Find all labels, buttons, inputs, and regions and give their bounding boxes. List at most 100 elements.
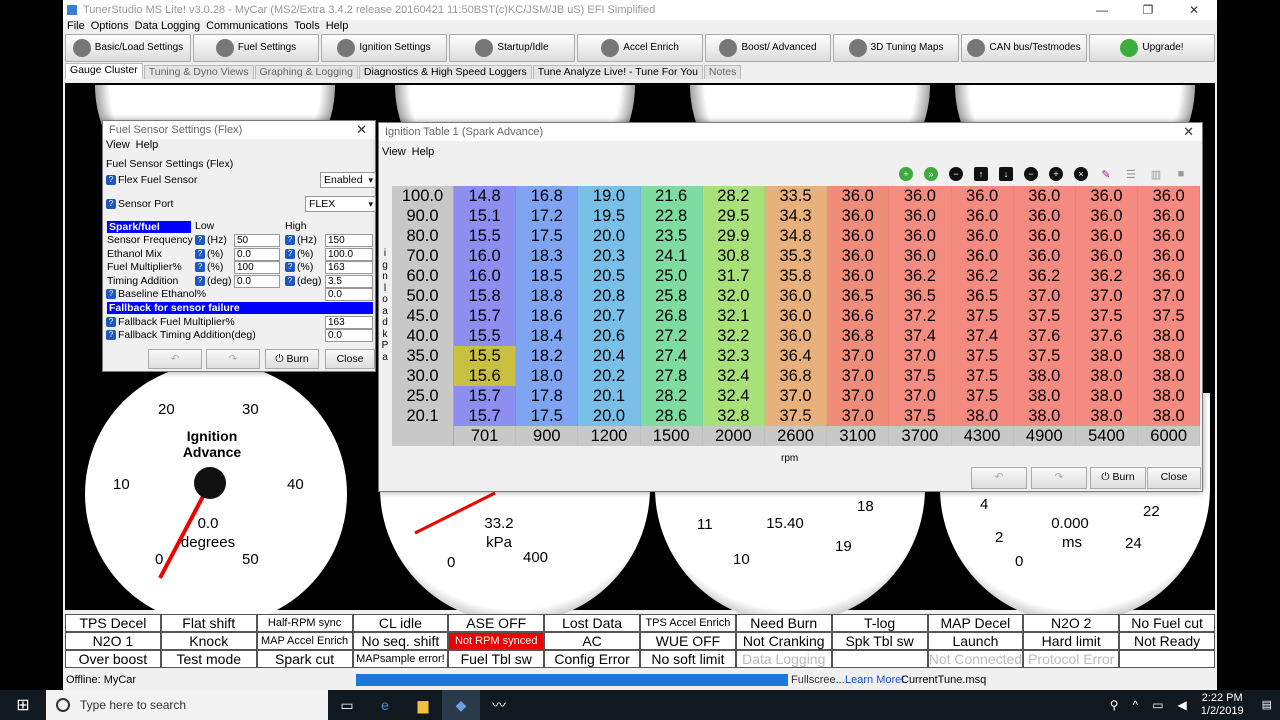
table-cell[interactable]: 15.5	[454, 226, 517, 246]
help-icon[interactable]: ?	[285, 248, 295, 259]
table-cell[interactable]: 37.0	[889, 386, 952, 406]
table-cell[interactable]: 15.7	[454, 406, 517, 426]
close-icon[interactable]: ✕	[1183, 124, 1194, 140]
close-button[interactable]: Close	[1147, 467, 1201, 489]
shift-up-icon[interactable]: ↑	[971, 165, 991, 183]
tab-tune-analyze[interactable]: Tune Analyze Live! - Tune For You	[532, 65, 703, 79]
table-cell[interactable]: 36.0	[1013, 246, 1076, 266]
table-cell[interactable]: 36.0	[951, 246, 1014, 266]
table-cell[interactable]: 32.1	[702, 306, 765, 326]
load-axis-cell[interactable]: 20.1	[392, 406, 454, 426]
high-input[interactable]: 3.5	[325, 274, 373, 288]
table-cell[interactable]: 32.4	[702, 366, 765, 386]
menu-data-logging[interactable]: Data Logging	[135, 20, 200, 33]
sensor-port-select[interactable]: FLEX	[305, 196, 376, 212]
shift-down-icon[interactable]: ↓	[996, 165, 1016, 183]
table-cell[interactable]: 37.4	[951, 326, 1014, 346]
redo-button[interactable]: ↷	[206, 349, 260, 369]
table-cell[interactable]: 17.8	[516, 386, 579, 406]
table-cell[interactable]: 27.4	[640, 346, 703, 366]
table-cell[interactable]: 38.0	[1013, 386, 1076, 406]
table-cell[interactable]: 36.8	[827, 326, 890, 346]
table-cell[interactable]: 36.0	[827, 226, 890, 246]
table-cell[interactable]: 25.0	[640, 266, 703, 286]
table-cell[interactable]: 18.2	[516, 346, 579, 366]
table-cell[interactable]: 16.0	[454, 266, 517, 286]
table-cell[interactable]: 17.5	[516, 226, 579, 246]
load-axis-cell[interactable]: 25.0	[392, 386, 454, 406]
help-icon[interactable]: ?	[106, 289, 116, 299]
table-cell[interactable]: 20.3	[578, 246, 641, 266]
multiply-icon[interactable]: ×	[1071, 165, 1091, 183]
table-cell[interactable]: 23.5	[640, 226, 703, 246]
task-view-icon[interactable]: ▭	[328, 690, 366, 720]
table-cell[interactable]: 36.0	[951, 186, 1014, 206]
basic-load-settings-button[interactable]: Basic/Load Settings	[65, 34, 191, 62]
table-cell[interactable]: 36.0	[827, 246, 890, 266]
table-cell[interactable]: 36.0	[889, 186, 952, 206]
load-axis-cell[interactable]: 100.0	[392, 186, 454, 206]
table-cell[interactable]: 35.3	[764, 246, 828, 266]
fuel-settings-button[interactable]: Fuel Settings	[193, 34, 319, 62]
windows-start-icon[interactable]: ⊞	[0, 695, 46, 715]
table-cell[interactable]: 36.0	[1075, 186, 1139, 206]
load-axis-cell[interactable]: 30.0	[392, 366, 454, 386]
table-cell[interactable]: 32.8	[702, 406, 765, 426]
table-cell[interactable]: 37.5	[1138, 306, 1201, 326]
menu-help[interactable]: Help	[326, 20, 349, 33]
table-cell[interactable]: 15.7	[454, 386, 517, 406]
low-input[interactable]: 50	[234, 234, 280, 247]
table-cell[interactable]: 37.0	[764, 386, 828, 406]
close-button[interactable]: ✕	[1171, 3, 1217, 17]
high-input[interactable]: 163	[325, 261, 373, 274]
table-cell[interactable]: 36.0	[1138, 266, 1201, 286]
table-cell[interactable]: 29.9	[702, 226, 765, 246]
table-cell[interactable]: 36.0	[1075, 246, 1139, 266]
high-input[interactable]: 100.0	[325, 247, 373, 261]
minimize-button[interactable]: —	[1079, 3, 1125, 17]
load-axis-cell[interactable]: 40.0	[392, 326, 454, 346]
table-cell[interactable]: 21.6	[640, 186, 703, 206]
table-cell[interactable]: 33.5	[764, 186, 828, 206]
table-cell[interactable]: 28.2	[640, 386, 703, 406]
table-cell[interactable]: 36.0	[764, 306, 828, 326]
low-input[interactable]: 0.0	[234, 247, 280, 261]
rpm-axis-cell[interactable]: 6000	[1138, 426, 1201, 446]
table-cell[interactable]: 15.1	[454, 206, 517, 226]
table-cell[interactable]: 36.0	[1013, 186, 1076, 206]
rpm-axis-cell[interactable]: 3700	[889, 426, 952, 446]
tab-tuning-dyno[interactable]: Tuning & Dyno Views	[143, 65, 254, 79]
table-cell[interactable]: 32.0	[702, 286, 765, 306]
edge-browser-icon[interactable]: e	[366, 690, 404, 720]
table-cell[interactable]: 28.6	[640, 406, 703, 426]
table-cell[interactable]: 26.8	[640, 306, 703, 326]
table-cell[interactable]: 36.8	[764, 366, 828, 386]
table-cell[interactable]: 15.5	[454, 346, 517, 366]
flex-fuel-select[interactable]: Enabled	[320, 172, 376, 188]
table-cell[interactable]: 36.0	[1013, 206, 1076, 226]
help-icon[interactable]: ?	[106, 330, 116, 340]
table-cell[interactable]: 36.5	[889, 286, 952, 306]
table-cell[interactable]: 38.0	[1138, 386, 1201, 406]
table-cell[interactable]: 34.8	[764, 226, 828, 246]
table-cell[interactable]: 19.5	[578, 206, 641, 226]
help-icon[interactable]: ?	[106, 199, 116, 209]
table-cell[interactable]: 20.7	[578, 306, 641, 326]
table-cell[interactable]: 18.4	[516, 326, 579, 346]
menu-file[interactable]: File	[67, 20, 85, 33]
menu-options[interactable]: Options	[91, 20, 129, 33]
table-cell[interactable]: 36.0	[827, 266, 890, 286]
menu-help[interactable]: Help	[136, 139, 159, 151]
tab-graphing-logging[interactable]: Graphing & Logging	[254, 65, 358, 79]
table-cell[interactable]: 20.5	[578, 266, 641, 286]
3d-tuning-maps-button[interactable]: 3D Tuning Maps	[833, 34, 959, 62]
table-cell[interactable]: 37.0	[827, 386, 890, 406]
load-axis-cell[interactable]: 90.0	[392, 206, 454, 226]
tab-diagnostics[interactable]: Diagnostics & High Speed Loggers	[358, 65, 532, 79]
table-cell[interactable]: 20.6	[578, 326, 641, 346]
columns-icon[interactable]: ▥	[1146, 165, 1166, 183]
increase-more-icon[interactable]: »	[921, 165, 941, 183]
table-cell[interactable]: 36.4	[764, 346, 828, 366]
help-icon[interactable]: ?	[106, 317, 116, 327]
table-cell[interactable]: 32.4	[702, 386, 765, 406]
